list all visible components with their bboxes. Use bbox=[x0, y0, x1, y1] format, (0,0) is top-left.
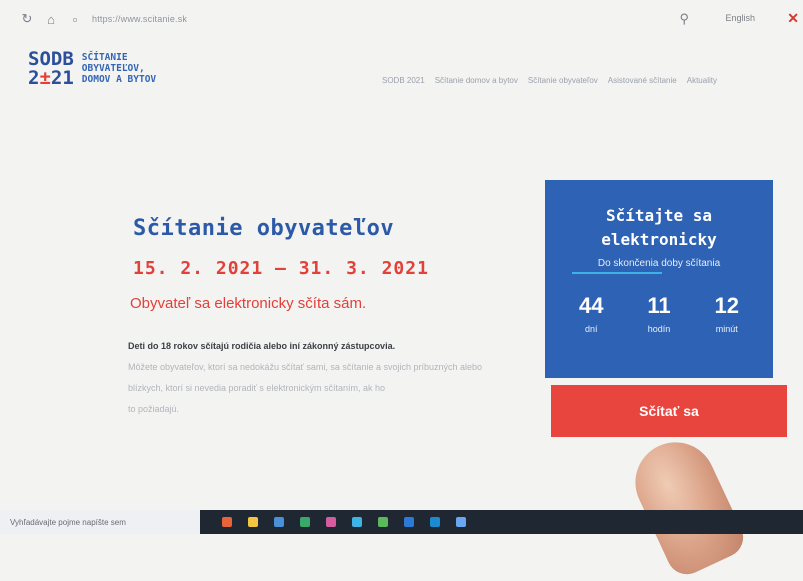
nav-item-sodb[interactable]: SODB 2021 bbox=[382, 76, 425, 85]
hero-title: Sčítanie obyvateľov bbox=[133, 216, 395, 241]
reload-icon[interactable]: ↻ bbox=[20, 11, 34, 27]
language-switch[interactable]: English bbox=[725, 13, 755, 23]
taskbar-app-icon[interactable] bbox=[430, 517, 440, 527]
countdown-title: Sčítajte sa elektronicky bbox=[601, 206, 717, 249]
logo-text: SČÍTANIE OBYVATEĽOV, DOMOV A BYTOV bbox=[81, 52, 157, 85]
hero-body-line: to požiadajú. bbox=[128, 404, 180, 414]
taskbar-app-icon[interactable] bbox=[274, 517, 284, 527]
nav-item-obyvatelov[interactable]: Sčítanie obyvateľov bbox=[528, 76, 598, 85]
home-icon[interactable]: ⌂ bbox=[44, 12, 58, 27]
countdown-counters: 44 dní 11 hodín 12 minút bbox=[557, 293, 761, 335]
os-taskbar: Vyhľadávajte pojme napíšte sem bbox=[0, 510, 803, 534]
taskbar-apps bbox=[222, 517, 466, 527]
hero-tagline: Obyvateľ sa elektronicky sčíta sám. bbox=[130, 295, 367, 312]
subtitle-underline bbox=[572, 272, 662, 274]
taskbar-app-icon[interactable] bbox=[404, 517, 414, 527]
main-nav: SODB 2021 Sčítanie domov a bytov Sčítani… bbox=[382, 76, 717, 85]
taskbar-app-icon[interactable] bbox=[378, 517, 388, 527]
browser-toolbar: ↻ ⌂ ▫ https://www.scitanie.sk ⚲ English … bbox=[20, 8, 803, 30]
nav-item-asistovane[interactable]: Asistované sčítanie bbox=[608, 76, 677, 85]
counter-hours: 11 hodín bbox=[647, 293, 671, 335]
close-icon[interactable]: ✕ bbox=[787, 10, 799, 27]
taskbar-app-icon[interactable] bbox=[300, 517, 310, 527]
taskbar-search[interactable]: Vyhľadávajte pojme napíšte sem bbox=[0, 510, 200, 534]
logo-mark: SODB 2±21 bbox=[28, 48, 74, 89]
counter-days: 44 dní bbox=[578, 293, 604, 335]
countdown-subtitle[interactable]: Do skončenia doby sčítania bbox=[545, 258, 773, 269]
lock-icon: ▫ bbox=[72, 11, 78, 27]
taskbar-app-icon[interactable] bbox=[456, 517, 466, 527]
hero-body-line: blízkych, ktorí si nevedia poradiť s ele… bbox=[128, 383, 385, 393]
address-bar[interactable]: https://www.scitanie.sk bbox=[92, 14, 187, 24]
site-logo[interactable]: SODB 2±21 SČÍTANIE OBYVATEĽOV, DOMOV A B… bbox=[28, 50, 156, 88]
taskbar-app-icon[interactable] bbox=[222, 517, 232, 527]
nav-item-aktuality[interactable]: Aktuality bbox=[687, 76, 717, 85]
pointing-finger bbox=[622, 429, 750, 581]
start-census-button[interactable]: Sčítať sa bbox=[551, 385, 787, 437]
taskbar-app-icon[interactable] bbox=[326, 517, 336, 527]
hero-lead: Deti do 18 rokov sčítajú rodičia alebo i… bbox=[128, 341, 396, 351]
countdown-card: Sčítajte sa elektronicky Do skončenia do… bbox=[545, 180, 773, 378]
hero-body-line: Môžete obyvateľov, ktorí sa nedokážu sčí… bbox=[128, 362, 483, 372]
counter-minutes: 12 minút bbox=[714, 293, 740, 335]
taskbar-app-icon[interactable] bbox=[352, 517, 362, 527]
hero-description: Deti do 18 rokov sčítajú rodičia alebo i… bbox=[128, 336, 508, 420]
search-icon[interactable]: ⚲ bbox=[679, 11, 689, 27]
census-dates: 15. 2. 2021 – 31. 3. 2021 bbox=[133, 258, 429, 279]
taskbar-app-icon[interactable] bbox=[248, 517, 258, 527]
nav-item-domov-bytov[interactable]: Sčítanie domov a bytov bbox=[435, 76, 518, 85]
